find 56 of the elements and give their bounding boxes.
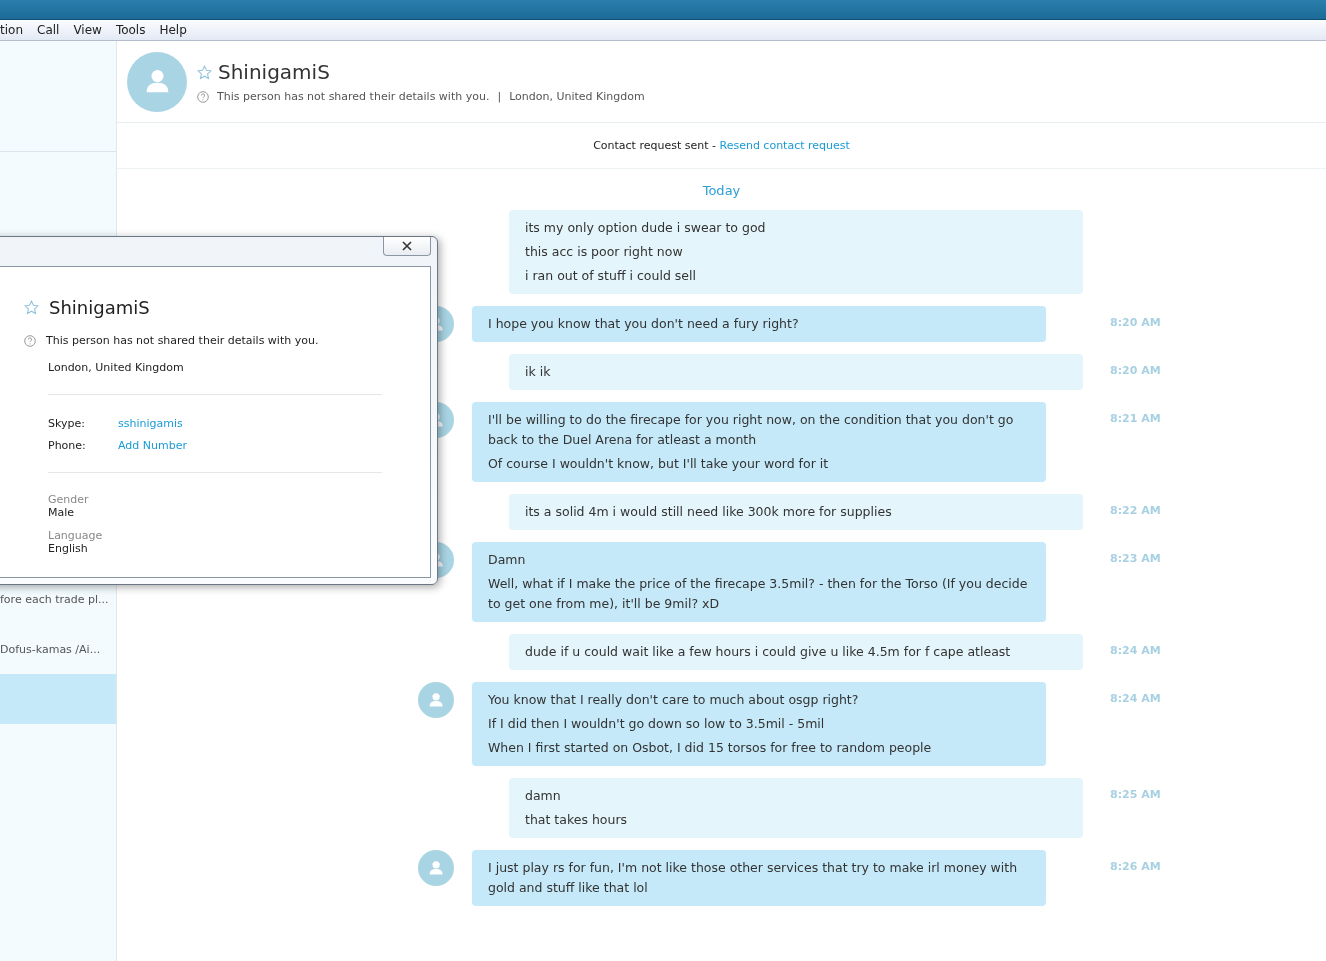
location-text: London, United Kingdom — [48, 361, 185, 374]
star-icon[interactable] — [24, 300, 39, 315]
message-text: ik ik — [525, 363, 552, 381]
help-icon — [197, 90, 209, 103]
message-text: dude if u could wait like a few hours i could give u like 4.5m for f cape atleast — [525, 643, 1012, 661]
field-label: Skype: — [48, 417, 86, 430]
message-text: its a solid 4m i would still need like 300k more for supplies — [525, 503, 893, 521]
message-text: When I first started on Osbot, I did 15 torsos for free to random people — [488, 739, 933, 757]
message-text: I just play rs for fun, I'm not like those other services that try to make irl money with gold and stuff like that lol — [488, 859, 1019, 897]
message-text: I'll be willing to do the firecape for you right now, on the condition that you don't go back to the Duel Arena for atleast a month — [488, 411, 1015, 449]
message-text: this acc is poor right now — [525, 243, 684, 261]
close-icon — [401, 241, 413, 251]
contact-name: ShinigamiS — [218, 60, 330, 84]
message-text: i ran out of stuff i could sell — [525, 267, 697, 285]
message-text: Well, what if I make the price of the firecape 3.5mil? - then for the Torso (If you decide to get one from me), it'll be 9mil? xD — [488, 575, 1029, 613]
message-time: 8:24 AM — [1110, 692, 1161, 705]
help-icon — [24, 334, 36, 347]
menu-item[interactable]: Call — [37, 23, 60, 37]
person-icon — [427, 859, 445, 877]
star-icon[interactable] — [197, 64, 212, 80]
day-label: Today — [701, 183, 742, 198]
detail-label: Language — [48, 529, 104, 542]
conversation-item[interactable]: Dofus-kamas /Ai... — [0, 624, 116, 674]
location-text: London, United Kingdom — [509, 90, 645, 103]
message-time: 8:23 AM — [1110, 552, 1161, 565]
close-button[interactable] — [383, 237, 431, 256]
message-text: You know that I really don't care to much about osgp right? — [488, 691, 860, 709]
detail-value: English — [48, 542, 89, 555]
contact-name: ShinigamiS — [49, 297, 150, 318]
message-time: 8:20 AM — [1110, 316, 1161, 329]
menu-item[interactable]: tion — [0, 23, 23, 37]
message-text: damn — [525, 787, 562, 805]
status-text: This person has not shared their details with you. — [46, 334, 319, 347]
message-time: 8:24 AM — [1110, 644, 1161, 657]
message-text: Of course I wouldn't know, but I'll take your word for it — [488, 455, 830, 473]
menu-item[interactable]: View — [73, 23, 102, 37]
message-text: Damn — [488, 551, 527, 569]
detail-value: Male — [48, 506, 76, 519]
message-time: 8:22 AM — [1110, 504, 1161, 517]
field-label: Phone: — [48, 439, 87, 452]
message-text: that takes hours — [525, 811, 629, 829]
detail-label: Gender — [48, 493, 90, 506]
message-time: 8:20 AM — [1110, 364, 1161, 377]
request-text: Contact request sent - — [593, 139, 717, 152]
message-text: If I did then I wouldn't go down so low to 3.5mil - 5mil — [488, 715, 826, 733]
status-text: This person has not shared their details with you. — [217, 90, 490, 103]
message-time: 8:21 AM — [1110, 412, 1161, 425]
separator: | — [497, 90, 502, 103]
conversation-item[interactable] — [0, 674, 116, 724]
menu-item[interactable]: Help — [159, 23, 187, 37]
message-time: 8:25 AM — [1110, 788, 1161, 801]
menu-item[interactable]: Tools — [115, 23, 146, 37]
message-time: 8:26 AM — [1110, 860, 1161, 873]
person-icon — [427, 691, 445, 709]
message-text: I hope you know that you don't need a fury right? — [488, 315, 800, 333]
message-text: its my only option dude i swear to god — [525, 219, 767, 237]
